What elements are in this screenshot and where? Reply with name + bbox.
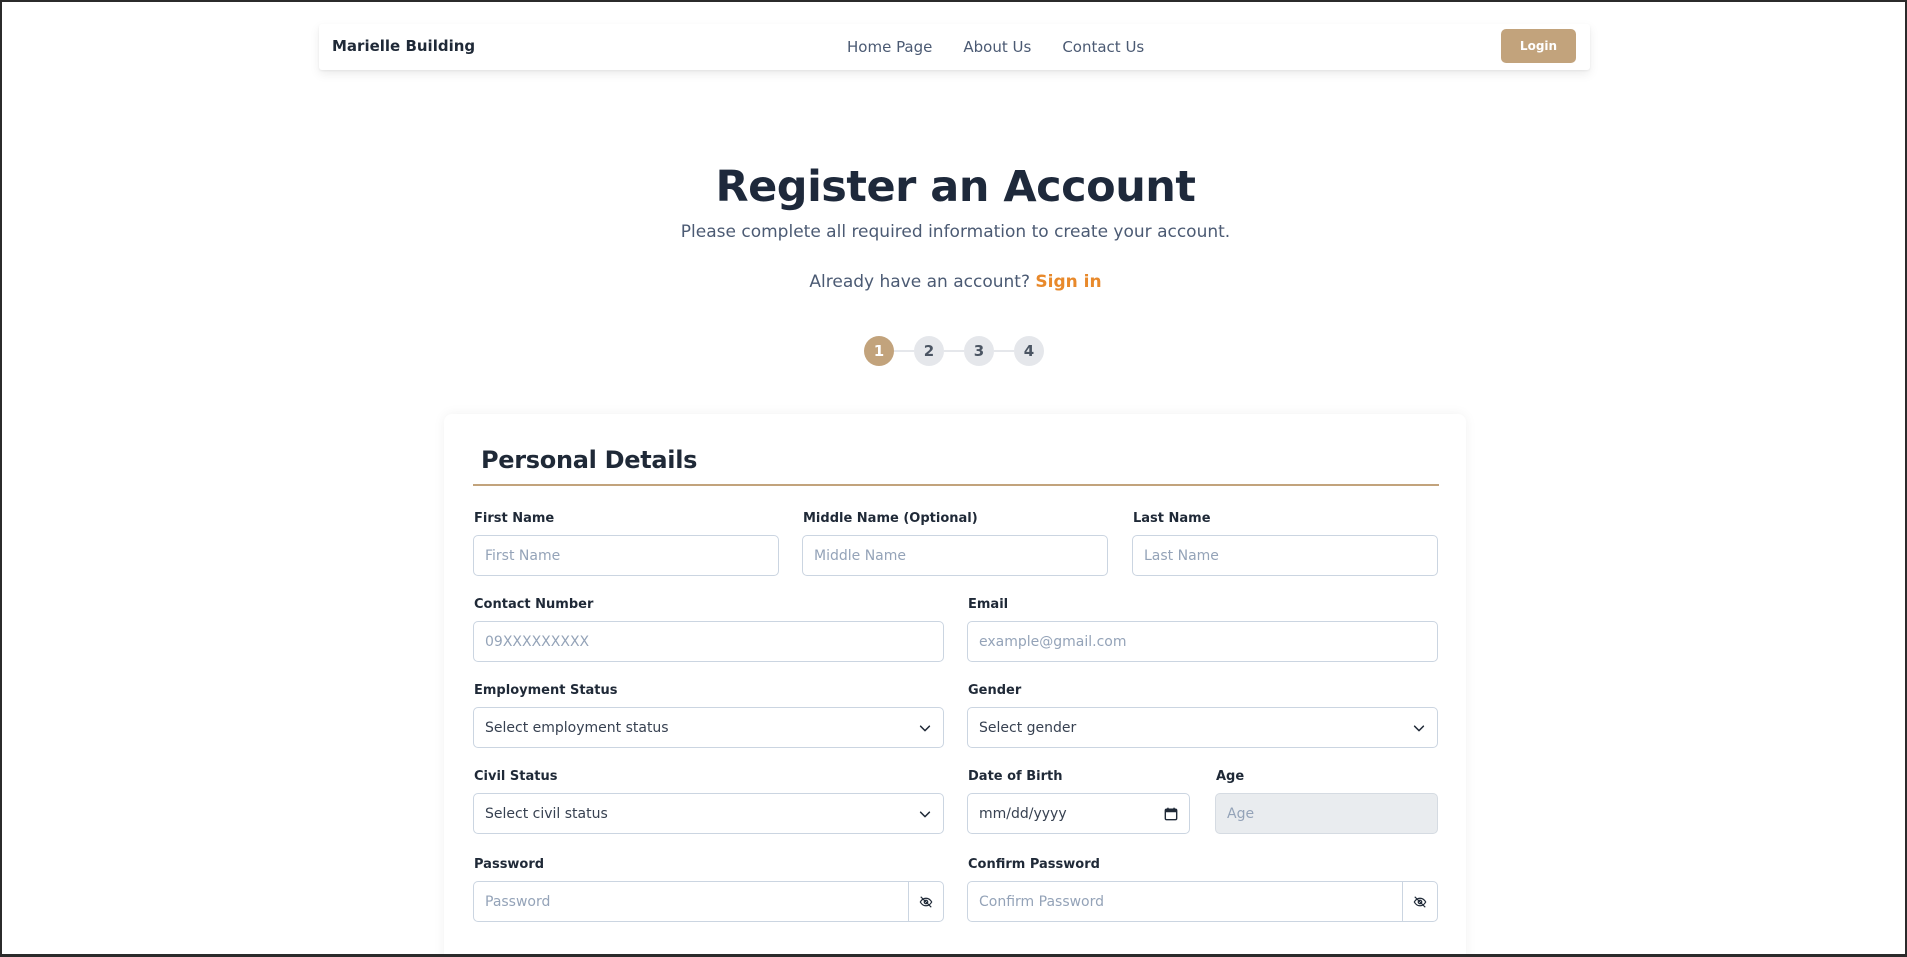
last-name-group: Last Name bbox=[1132, 511, 1438, 576]
middle-name-label: Middle Name (Optional) bbox=[803, 511, 978, 526]
toggle-password-button[interactable] bbox=[908, 881, 944, 922]
confirm-password-input[interactable] bbox=[967, 881, 1402, 922]
registration-card: Personal Details First Name Middle Name … bbox=[444, 414, 1466, 954]
employment-status-group: Employment Status Select employment stat… bbox=[473, 683, 944, 748]
step-connector bbox=[944, 350, 964, 352]
browser-viewport: Marielle Building Home Page About Us Con… bbox=[0, 0, 1907, 957]
employment-status-value: Select employment status bbox=[485, 719, 669, 736]
contact-number-input[interactable] bbox=[473, 621, 944, 662]
page-subtitle: Please complete all required information… bbox=[680, 222, 1231, 242]
step-connector bbox=[994, 350, 1014, 352]
civil-status-label: Civil Status bbox=[474, 769, 558, 784]
employment-status-select[interactable]: Select employment status bbox=[473, 707, 944, 748]
contact-number-label: Contact Number bbox=[474, 597, 594, 612]
brand-name[interactable]: Marielle Building bbox=[332, 37, 475, 55]
date-of-birth-label: Date of Birth bbox=[968, 769, 1063, 784]
navbar: Marielle Building Home Page About Us Con… bbox=[319, 24, 1590, 70]
confirm-password-wrapper bbox=[967, 881, 1438, 922]
gender-value: Select gender bbox=[979, 719, 1077, 736]
signin-prompt: Already have an account? Sign in bbox=[2, 272, 1905, 292]
date-of-birth-group: Date of Birth mm/dd/yyyy bbox=[967, 769, 1190, 834]
chevron-down-icon bbox=[919, 810, 931, 817]
password-wrapper bbox=[473, 881, 944, 922]
contact-number-group: Contact Number bbox=[473, 597, 944, 662]
password-label: Password bbox=[474, 857, 545, 872]
email-label: Email bbox=[968, 597, 1009, 612]
date-of-birth-input[interactable]: mm/dd/yyyy bbox=[967, 793, 1190, 834]
step-connector bbox=[894, 350, 914, 352]
age-group: Age bbox=[1215, 769, 1438, 834]
chevron-down-icon bbox=[1413, 724, 1425, 731]
date-of-birth-value: mm/dd/yyyy bbox=[979, 805, 1067, 822]
section-divider bbox=[473, 484, 1439, 486]
page-title: Register an Account bbox=[715, 162, 1196, 212]
nav-link-home[interactable]: Home Page bbox=[847, 38, 932, 56]
step-4: 4 bbox=[1014, 336, 1044, 366]
civil-status-value: Select civil status bbox=[485, 805, 608, 822]
eye-off-icon bbox=[919, 895, 933, 908]
eye-off-icon bbox=[1413, 895, 1427, 908]
signin-link[interactable]: Sign in bbox=[1035, 272, 1101, 292]
login-button[interactable]: Login bbox=[1501, 29, 1576, 63]
civil-status-group: Civil Status Select civil status bbox=[473, 769, 944, 834]
first-name-group: First Name bbox=[473, 511, 779, 576]
step-1: 1 bbox=[864, 336, 894, 366]
toggle-confirm-password-button[interactable] bbox=[1402, 881, 1438, 922]
step-indicator: 1 2 3 4 bbox=[864, 336, 1044, 366]
section-title: Personal Details bbox=[481, 446, 698, 474]
first-name-input[interactable] bbox=[473, 535, 779, 576]
step-2: 2 bbox=[914, 336, 944, 366]
confirm-password-label: Confirm Password bbox=[968, 857, 1100, 872]
password-group: Password bbox=[473, 857, 944, 922]
civil-status-select[interactable]: Select civil status bbox=[473, 793, 944, 834]
nav-links: Home Page About Us Contact Us bbox=[847, 38, 1144, 56]
gender-group: Gender Select gender bbox=[967, 683, 1438, 748]
last-name-label: Last Name bbox=[1133, 511, 1211, 526]
email-input[interactable] bbox=[967, 621, 1438, 662]
chevron-down-icon bbox=[919, 724, 931, 731]
employment-status-label: Employment Status bbox=[474, 683, 618, 698]
age-input bbox=[1215, 793, 1438, 834]
step-3: 3 bbox=[964, 336, 994, 366]
confirm-password-group: Confirm Password bbox=[967, 857, 1438, 922]
gender-label: Gender bbox=[968, 683, 1022, 698]
password-input[interactable] bbox=[473, 881, 908, 922]
email-group: Email bbox=[967, 597, 1438, 662]
middle-name-group: Middle Name (Optional) bbox=[802, 511, 1108, 576]
signin-prompt-text: Already have an account? bbox=[809, 272, 1030, 292]
nav-link-contact[interactable]: Contact Us bbox=[1062, 38, 1144, 56]
calendar-icon[interactable] bbox=[1164, 807, 1178, 821]
middle-name-input[interactable] bbox=[802, 535, 1108, 576]
age-label: Age bbox=[1216, 769, 1245, 784]
first-name-label: First Name bbox=[474, 511, 555, 526]
last-name-input[interactable] bbox=[1132, 535, 1438, 576]
nav-link-about[interactable]: About Us bbox=[963, 38, 1031, 56]
gender-select[interactable]: Select gender bbox=[967, 707, 1438, 748]
